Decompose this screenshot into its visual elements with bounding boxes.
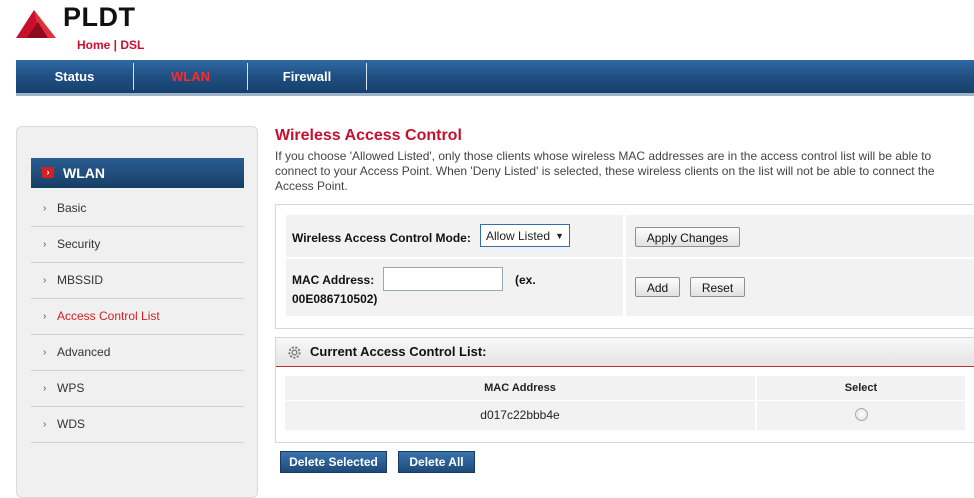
top-navigation: Status WLAN Firewall <box>16 60 974 96</box>
reset-button[interactable]: Reset <box>690 277 745 297</box>
access-control-mode-select[interactable]: Allow Listed ▼ <box>480 224 570 247</box>
nav-divider <box>366 63 367 90</box>
mac-example-label: (ex. <box>515 273 536 287</box>
sidebar-item-label: Security <box>57 237 101 251</box>
mode-label: Wireless Access Control Mode: <box>292 231 471 245</box>
acl-row-mac: d017c22bbb4e <box>285 401 755 430</box>
tab-firewall[interactable]: Firewall <box>248 60 366 93</box>
acl-row-select-radio[interactable] <box>855 408 868 421</box>
sidebar: › WLAN › Basic › Security › MBSSID › Acc… <box>16 126 258 498</box>
chevron-right-icon: › <box>43 383 47 394</box>
sidebar-item-label: WDS <box>57 417 85 431</box>
chevron-right-icon: › <box>43 203 47 214</box>
brand-subtitle: Home | DSL <box>77 38 145 52</box>
sidebar-item-label: Advanced <box>57 345 111 359</box>
sidebar-item-wds[interactable]: › WDS <box>31 407 244 443</box>
sidebar-item-label: Access Control List <box>57 309 160 323</box>
chevron-right-icon: › <box>43 275 47 286</box>
sidebar-header: › WLAN <box>31 158 244 188</box>
caret-down-icon: ▼ <box>555 231 564 241</box>
chevron-right-icon: › <box>43 347 47 358</box>
column-header-mac-address: MAC Address <box>285 376 755 400</box>
pldt-logo-icon <box>16 10 56 38</box>
brand-name: PLDT <box>63 2 136 32</box>
delete-all-button[interactable]: Delete All <box>398 451 475 473</box>
acl-panel-header: Current Access Control List: <box>276 338 974 367</box>
mac-example-value: 00E086710502) <box>292 292 378 306</box>
tab-wlan[interactable]: WLAN <box>134 60 247 93</box>
sidebar-item-wps[interactable]: › WPS <box>31 371 244 407</box>
sidebar-item-mbssid[interactable]: › MBSSID <box>31 263 244 299</box>
mode-selected-value: Allow Listed <box>486 229 551 243</box>
pldt-logo: PLDT Home | DSL <box>16 2 176 56</box>
chevron-right-icon: › <box>43 419 47 430</box>
mac-address-label: MAC Address: <box>292 273 375 287</box>
sidebar-item-label: Basic <box>57 201 87 215</box>
gear-icon <box>288 346 301 359</box>
chevron-right-icon: › <box>43 239 47 250</box>
delete-selected-button[interactable]: Delete Selected <box>280 451 387 473</box>
page-description: If you choose 'Allowed Listed', only tho… <box>275 149 935 193</box>
sidebar-item-security[interactable]: › Security <box>31 227 244 263</box>
tab-status[interactable]: Status <box>16 60 133 93</box>
column-header-select: Select <box>757 376 965 400</box>
sidebar-bullet-icon: › <box>42 167 54 178</box>
sidebar-item-label: MBSSID <box>57 273 104 287</box>
sidebar-item-label: WPS <box>57 381 85 395</box>
mac-address-input[interactable] <box>383 267 503 291</box>
apply-changes-button[interactable]: Apply Changes <box>635 227 740 247</box>
sidebar-item-advanced[interactable]: › Advanced <box>31 335 244 371</box>
add-button[interactable]: Add <box>635 277 680 297</box>
page-title: Wireless Access Control <box>275 127 462 144</box>
chevron-right-icon: › <box>43 311 47 322</box>
sidebar-item-basic[interactable]: › Basic <box>31 191 244 227</box>
acl-panel-title: Current Access Control List: <box>310 344 487 359</box>
sidebar-header-label: WLAN <box>63 165 105 181</box>
sidebar-item-access-control-list[interactable]: › Access Control List <box>31 299 244 335</box>
